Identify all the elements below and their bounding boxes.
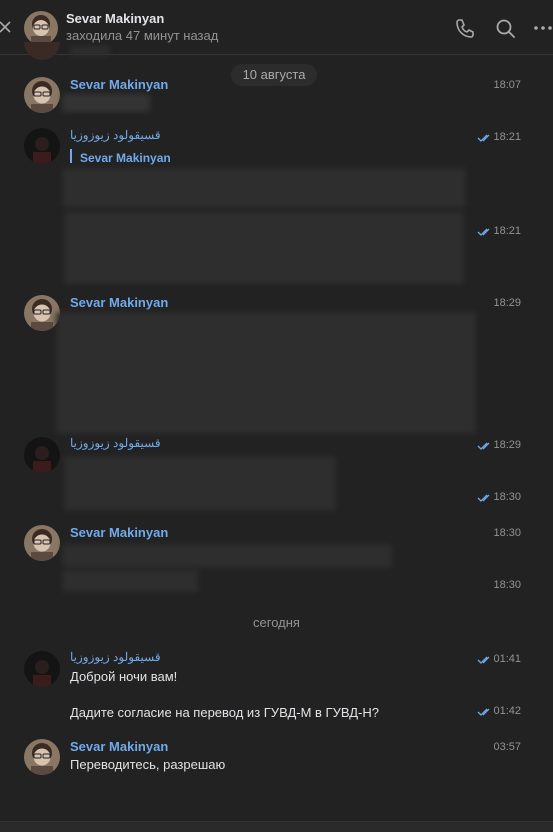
hidden-message-content: [56, 312, 476, 434]
message-author[interactable]: ﻗﺴﻴﻘﻮﻟﻮﺩ ﺯﻳﻮﺯﻭﺯﻳﺎ: [70, 128, 161, 142]
avatar: [24, 42, 60, 60]
hidden-message-content: [70, 46, 110, 56]
message-author[interactable]: ﻗﺴﻴﻘﻮﻟﻮﺩ ﺯﻳﻮﺯﻭﺯﻳﺎ: [70, 436, 161, 450]
message-time: 01:42: [493, 705, 521, 717]
read-check-icon: [477, 442, 490, 450]
message-time: 18:07: [493, 79, 521, 91]
composer-edge: [0, 821, 553, 832]
date-separator: 10 августа: [231, 64, 317, 86]
avatar[interactable]: [24, 739, 60, 775]
avatar[interactable]: [24, 651, 60, 687]
hidden-message-content: [64, 212, 464, 284]
avatar[interactable]: [24, 437, 60, 473]
message-text: Переводитесь, разрешаю: [70, 757, 226, 772]
date-separator: сегодня: [253, 615, 300, 630]
message-feed[interactable]: 10 августа Sevar Makinyan 18:07 ﻗﺴﻴﻘﻮﻟﻮﺩ…: [0, 0, 553, 832]
hidden-message-content: [62, 570, 198, 592]
message-time: 18:21: [493, 225, 521, 237]
message-time: 18:21: [493, 131, 521, 143]
reply-quote[interactable]: Sevar Makinyan: [70, 149, 171, 165]
message-time: 18:30: [493, 527, 521, 539]
message-time: 03:57: [493, 741, 521, 753]
avatar[interactable]: [24, 525, 60, 561]
message-author[interactable]: Sevar Makinyan: [70, 525, 168, 540]
avatar[interactable]: [24, 295, 60, 331]
message-time: 18:30: [493, 579, 521, 591]
read-check-icon: [477, 228, 490, 236]
message-author[interactable]: Sevar Makinyan: [70, 77, 168, 92]
hidden-message-content: [62, 94, 150, 112]
read-check-icon: [477, 656, 490, 664]
message-author[interactable]: ﻗﺴﻴﻘﻮﻟﻮﺩ ﺯﻳﻮﺯﻭﺯﻳﺎ: [70, 650, 161, 664]
message-text: Доброй ночи вам!: [70, 669, 178, 684]
reply-author: Sevar Makinyan: [80, 151, 171, 165]
avatar[interactable]: [24, 77, 60, 113]
avatar[interactable]: [24, 128, 60, 164]
message-time: 18:29: [493, 439, 521, 451]
read-check-icon: [477, 494, 490, 502]
message-author[interactable]: Sevar Makinyan: [70, 295, 168, 310]
read-check-icon: [477, 134, 490, 142]
hidden-message-content: [62, 168, 466, 208]
message-author[interactable]: Sevar Makinyan: [70, 739, 168, 754]
hidden-message-content: [64, 456, 336, 510]
hidden-message-content: [62, 544, 392, 568]
message-time: 18:29: [493, 297, 521, 309]
read-check-icon: [477, 708, 490, 716]
message-time: 01:41: [493, 653, 521, 665]
message-text: Дадите согласие на перевод из ГУВД-М в Г…: [70, 705, 379, 720]
message-time: 18:30: [493, 491, 521, 503]
